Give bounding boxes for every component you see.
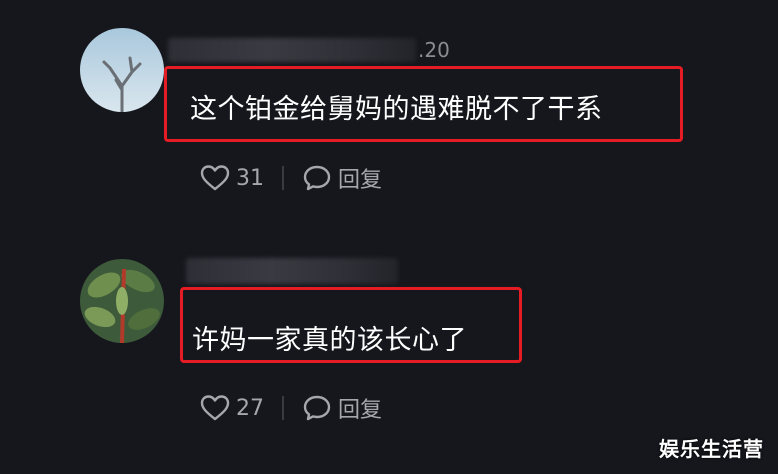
username-suffix: .20 [418, 38, 450, 62]
user-avatar-2[interactable] [80, 259, 164, 343]
like-count-2: 27 [236, 395, 264, 421]
reply-label-2: 回复 [338, 398, 383, 423]
like-button-2[interactable]: 27 [200, 395, 264, 421]
watermark-text: 娱乐生活营 [659, 437, 764, 461]
avatar-plant-image [80, 259, 164, 343]
comment-actions-1: 31 回复 [200, 162, 382, 194]
reply-button-1[interactable]: 回复 [302, 162, 382, 194]
action-divider-2 [282, 396, 284, 420]
like-count-1: 31 [236, 165, 264, 191]
reply-label-1: 回复 [338, 168, 383, 193]
username-blurred [168, 38, 416, 62]
avatar-tree-image [80, 28, 164, 112]
username-blurred [186, 258, 398, 284]
comment-text-2: 许妈一家真的该长心了 [192, 325, 467, 356]
comment-actions-2: 27 回复 [200, 392, 382, 424]
heart-outline-icon [200, 165, 230, 191]
comment-text-1: 这个铂金给舅妈的遇难脱不了干系 [190, 94, 603, 125]
action-divider-1 [282, 166, 284, 190]
reply-button-2[interactable]: 回复 [302, 392, 382, 424]
heart-outline-icon [200, 395, 230, 421]
like-button-1[interactable]: 31 [200, 165, 264, 191]
speech-bubble-icon [303, 395, 331, 421]
user-avatar-1[interactable] [80, 28, 164, 112]
speech-bubble-icon [303, 165, 331, 191]
